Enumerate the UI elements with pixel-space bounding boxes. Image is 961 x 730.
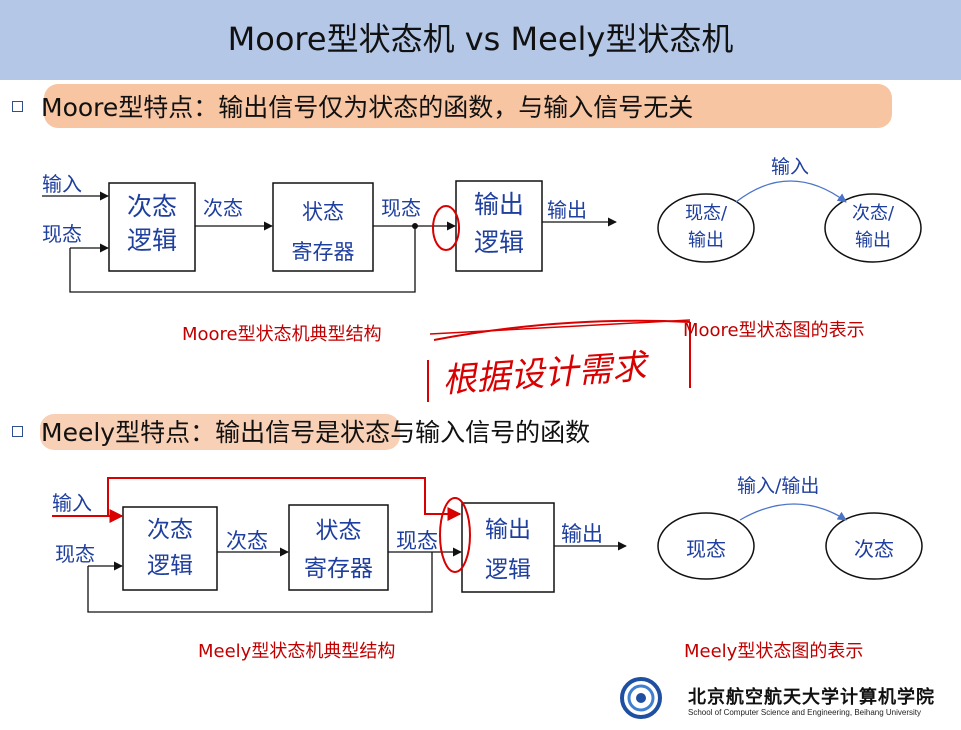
moore-wire-next-label: 次态: [203, 196, 243, 220]
meely-wire-current-label: 现态: [396, 529, 438, 553]
moore-junction-dot: [412, 223, 418, 229]
moore-caption-structure: Moore型状态机典型结构: [182, 324, 382, 345]
bullet-square-icon: [12, 100, 23, 112]
handwritten-underline: [429, 319, 691, 335]
moore-caption-diagram: Moore型状态图的表示: [683, 320, 865, 341]
moore-reg-block-label: 状态 寄存器: [273, 192, 373, 272]
moore-label-state: 现态: [42, 222, 82, 246]
beihang-logo-icon: [620, 677, 662, 719]
meely-out-block-label: 输出 逻辑: [462, 510, 554, 590]
moore-label-input: 输入: [42, 172, 82, 196]
footer-school-cn: 北京航空航天大学计算机学院: [688, 687, 935, 708]
slide-title: Moore型状态机 vs Meely型状态机: [227, 20, 734, 58]
meely-next-block-line2: 逻辑: [147, 553, 193, 579]
moore-out-block-line1: 输出: [473, 190, 524, 219]
moore-node-current-label: 现态/ 输出: [658, 200, 754, 254]
handwritten-note: 根据设计需求: [441, 346, 648, 402]
meely-next-block-label: 次态 逻辑: [123, 512, 217, 584]
meely-label-input: 输入: [52, 491, 92, 515]
meely-diagram-edge: [739, 503, 847, 521]
moore-next-block-line1: 次态: [126, 192, 177, 221]
meely-reg-block-line1: 状态: [315, 518, 362, 544]
meely-node-current-label: 现态: [686, 537, 726, 561]
moore-reg-block-line1: 状态: [302, 200, 344, 224]
meely-diagram-edge-label: 输入/输出: [737, 475, 820, 497]
meely-input-bypass-wire: [107, 477, 462, 521]
moore-wire-output-label: 输出: [547, 198, 587, 222]
moore-wire-current-label: 现态: [381, 196, 421, 220]
moore-node-current-line2: 输出: [688, 230, 724, 251]
meely-next-block-line1: 次态: [147, 517, 193, 543]
bullet-square-icon: [12, 425, 23, 437]
moore-bullet: Moore型特点：输出信号仅为状态的函数，与输入信号无关: [12, 88, 693, 124]
meely-reg-block-line2: 寄存器: [304, 556, 373, 582]
moore-diagram-edge-label: 输入: [771, 156, 810, 178]
meely-out-block-line2: 逻辑: [485, 557, 531, 583]
meely-wire-output-label: 输出: [561, 522, 603, 546]
moore-node-current-line1: 现态/: [684, 203, 728, 224]
meely-reg-block-label: 状态 寄存器: [289, 512, 388, 588]
moore-bullet-text: Moore型特点：输出信号仅为状态的函数，与输入信号无关: [41, 93, 694, 122]
meely-label-state: 现态: [55, 542, 95, 566]
meely-wire-next-label: 次态: [226, 529, 268, 553]
meely-node-next-label: 次态: [854, 537, 894, 561]
meely-out-block-line1: 输出: [485, 517, 531, 543]
meely-bullet: Meely型特点：输出信号是状态与输入信号的函数: [12, 413, 590, 449]
meely-bullet-text: Meely型特点：输出信号是状态与输入信号的函数: [41, 418, 591, 447]
moore-node-next-line1: 次态/: [851, 203, 895, 224]
moore-out-block-label: 输出 逻辑: [456, 186, 542, 262]
meely-caption-diagram: Meely型状态图的表示: [684, 641, 864, 662]
moore-node-next-line2: 输出: [855, 230, 891, 251]
footer-school-en: School of Computer Science and Engineeri…: [688, 708, 922, 717]
moore-reg-block-line2: 寄存器: [291, 240, 355, 264]
moore-out-block-line2: 逻辑: [473, 228, 524, 257]
moore-node-next-label: 次态/ 输出: [825, 200, 921, 254]
moore-next-block-line2: 逻辑: [126, 226, 177, 255]
moore-next-block-label: 次态 逻辑: [109, 190, 195, 258]
meely-caption-structure: Meely型状态机典型结构: [198, 641, 396, 662]
moore-diagram-edge: [735, 180, 847, 203]
